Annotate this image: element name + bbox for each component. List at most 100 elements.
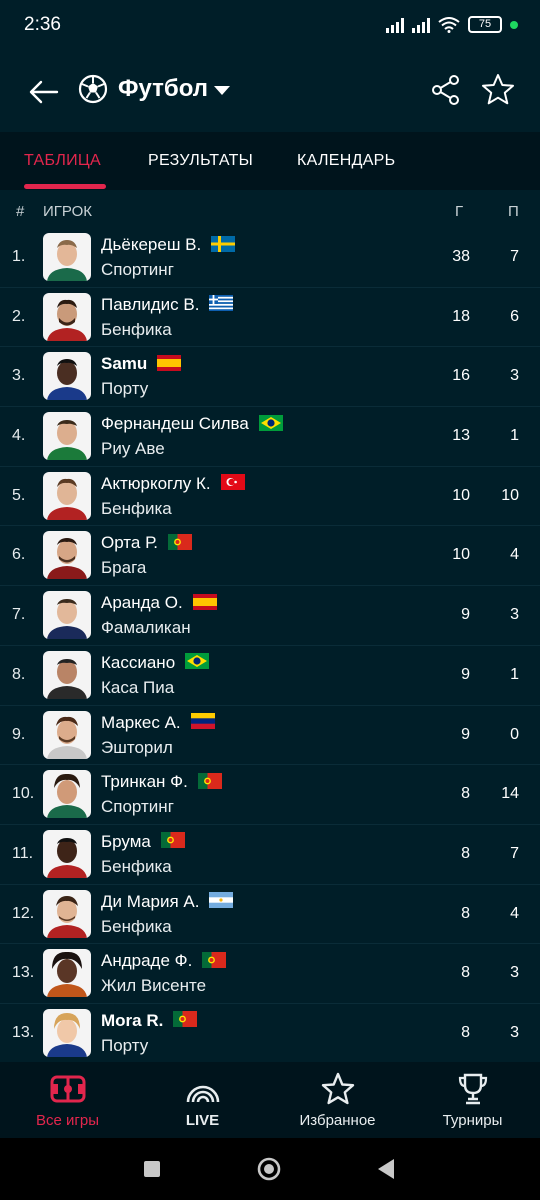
nav-label: Избранное <box>299 1112 376 1129</box>
brazil-flag-icon <box>185 653 210 670</box>
header-goals[interactable]: Г <box>455 203 463 220</box>
tab-results[interactable]: РЕЗУЛЬТАТЫ <box>148 152 253 170</box>
spain-flag-icon <box>157 354 182 371</box>
row-rank: 4. <box>12 427 26 445</box>
team-name: Спортинг <box>101 797 174 817</box>
player-avatar <box>43 949 91 998</box>
tab-bar: ТАБЛИЦА РЕЗУЛЬТАТЫ КАЛЕНДАРЬ <box>0 132 540 190</box>
player-name[interactable]: Mora R. <box>101 1011 198 1031</box>
sweden-flag-icon <box>211 235 236 252</box>
header-player: ИГРОК <box>43 203 92 220</box>
assists-value: 3 <box>510 964 519 982</box>
home-icon[interactable] <box>256 1156 282 1182</box>
arrow-left-icon <box>29 80 59 104</box>
share-icon[interactable] <box>428 72 464 108</box>
table-row[interactable]: 7. Аранда О. Фамаликан 9 3 <box>0 586 540 646</box>
player-name[interactable]: Тринкан Ф. <box>101 772 222 792</box>
player-name[interactable]: Маркес А. <box>101 713 215 733</box>
player-name[interactable]: Фернандеш Силва <box>101 414 283 434</box>
table-row[interactable]: 5. Актюркоглу К. Бенфика 10 10 <box>0 466 540 527</box>
active-tab-indicator <box>24 184 106 189</box>
row-rank: 11. <box>12 844 34 862</box>
player-avatar <box>43 292 91 341</box>
player-name[interactable]: Брума <box>101 832 185 852</box>
row-rank: 8. <box>12 665 26 683</box>
table-row[interactable]: 3. Samu Порту 16 3 <box>0 347 540 408</box>
goals-value: 10 <box>452 486 470 504</box>
nav-tournaments[interactable]: Турниры <box>405 1062 540 1138</box>
back-triangle-icon[interactable] <box>374 1156 400 1182</box>
assists-value: 1 <box>510 665 519 683</box>
team-name: Брага <box>101 558 147 578</box>
goals-value: 9 <box>461 665 470 683</box>
goals-value: 8 <box>461 785 470 803</box>
privacy-dot <box>510 20 518 29</box>
table-row[interactable]: 2. Павлидис В. Бенфика 18 6 <box>0 287 540 348</box>
goals-value: 13 <box>452 427 470 445</box>
player-name[interactable]: Ди Мария А. <box>101 892 234 912</box>
table-row[interactable]: 8. Кассиано Каса Пиа 9 1 <box>0 645 540 706</box>
football-icon <box>78 74 108 104</box>
trophy-icon <box>458 1073 487 1105</box>
goals-value: 8 <box>461 844 470 862</box>
player-name[interactable]: Павлидис В. <box>101 295 234 315</box>
goals-value: 38 <box>452 248 470 265</box>
assists-value: 14 <box>501 785 519 803</box>
assists-value: 7 <box>510 844 519 862</box>
team-name: Жил Висенте <box>101 976 207 996</box>
table-row[interactable]: 13. Андраде Ф. Жил Висенте 8 3 <box>0 944 540 1004</box>
table-row[interactable]: 6. Орта Р. Брага 10 4 <box>0 526 540 587</box>
row-rank: 12. <box>12 904 35 922</box>
player-avatar <box>43 710 91 759</box>
player-avatar <box>43 233 91 281</box>
nav-favorites[interactable]: Избранное <box>270 1062 405 1138</box>
wifi-icon <box>438 16 460 33</box>
portugal-flag-icon <box>197 772 222 789</box>
tab-table[interactable]: ТАБЛИЦА <box>24 152 101 170</box>
header-assists[interactable]: П <box>508 203 519 220</box>
row-rank: 3. <box>12 367 26 385</box>
player-avatar <box>43 829 91 878</box>
player-name[interactable]: Андраде Ф. <box>101 951 227 971</box>
recent-apps-icon[interactable] <box>139 1156 165 1182</box>
player-name[interactable]: Орта Р. <box>101 533 192 553</box>
table-row[interactable]: 13. Mora R. Порту 8 3 <box>0 1003 540 1064</box>
row-rank: 6. <box>12 546 26 564</box>
portugal-flag-icon <box>202 951 227 968</box>
spain-flag-icon <box>192 593 217 610</box>
player-name[interactable]: Актюркоглу К. <box>101 474 245 494</box>
turkey-flag-icon <box>220 474 245 491</box>
signal-icon <box>386 17 404 33</box>
pitch-icon <box>50 1075 85 1103</box>
app-bar: Футбол <box>0 52 540 132</box>
assists-value: 3 <box>510 606 519 624</box>
table-row[interactable]: 9. Маркес А. Эшторил 9 0 <box>0 705 540 766</box>
status-bar: 2:36 75 <box>0 0 540 52</box>
system-navigation-bar <box>0 1138 540 1200</box>
portugal-flag-icon <box>167 533 192 550</box>
signal-icon-2 <box>412 17 430 33</box>
player-name[interactable]: Samu <box>101 354 182 374</box>
sport-selector-title[interactable]: Футбол <box>118 75 208 103</box>
player-name[interactable]: Кассиано <box>101 653 210 673</box>
tab-calendar[interactable]: КАЛЕНДАРЬ <box>297 152 395 170</box>
row-rank: 7. <box>12 606 26 624</box>
table-row[interactable]: 11. Брума Бенфика 8 7 <box>0 824 540 885</box>
goals-value: 18 <box>452 307 470 325</box>
nav-all-games[interactable]: Все игры <box>0 1062 135 1138</box>
table-row[interactable]: 12. Ди Мария А. Бенфика 8 4 <box>0 884 540 945</box>
team-name: Бенфика <box>101 856 172 876</box>
table-row[interactable]: 10. Тринкан Ф. Спортинг 8 14 <box>0 765 540 825</box>
chevron-down-icon[interactable] <box>214 86 230 95</box>
back-button[interactable] <box>22 70 66 114</box>
nav-live[interactable]: LIVE <box>135 1062 270 1138</box>
table-row[interactable]: 4. Фернандеш Силва Риу Аве 13 1 <box>0 407 540 467</box>
player-avatar <box>43 352 91 401</box>
team-name: Бенфика <box>101 498 172 518</box>
player-avatar <box>43 889 91 938</box>
player-name[interactable]: Дьёкереш В. <box>101 235 236 255</box>
table-row[interactable]: 1. Дьёкереш В. Спортинг 38 7 <box>0 228 540 288</box>
favorite-star-icon[interactable] <box>480 72 516 108</box>
row-rank: 9. <box>12 725 26 743</box>
player-name[interactable]: Аранда О. <box>101 593 217 613</box>
